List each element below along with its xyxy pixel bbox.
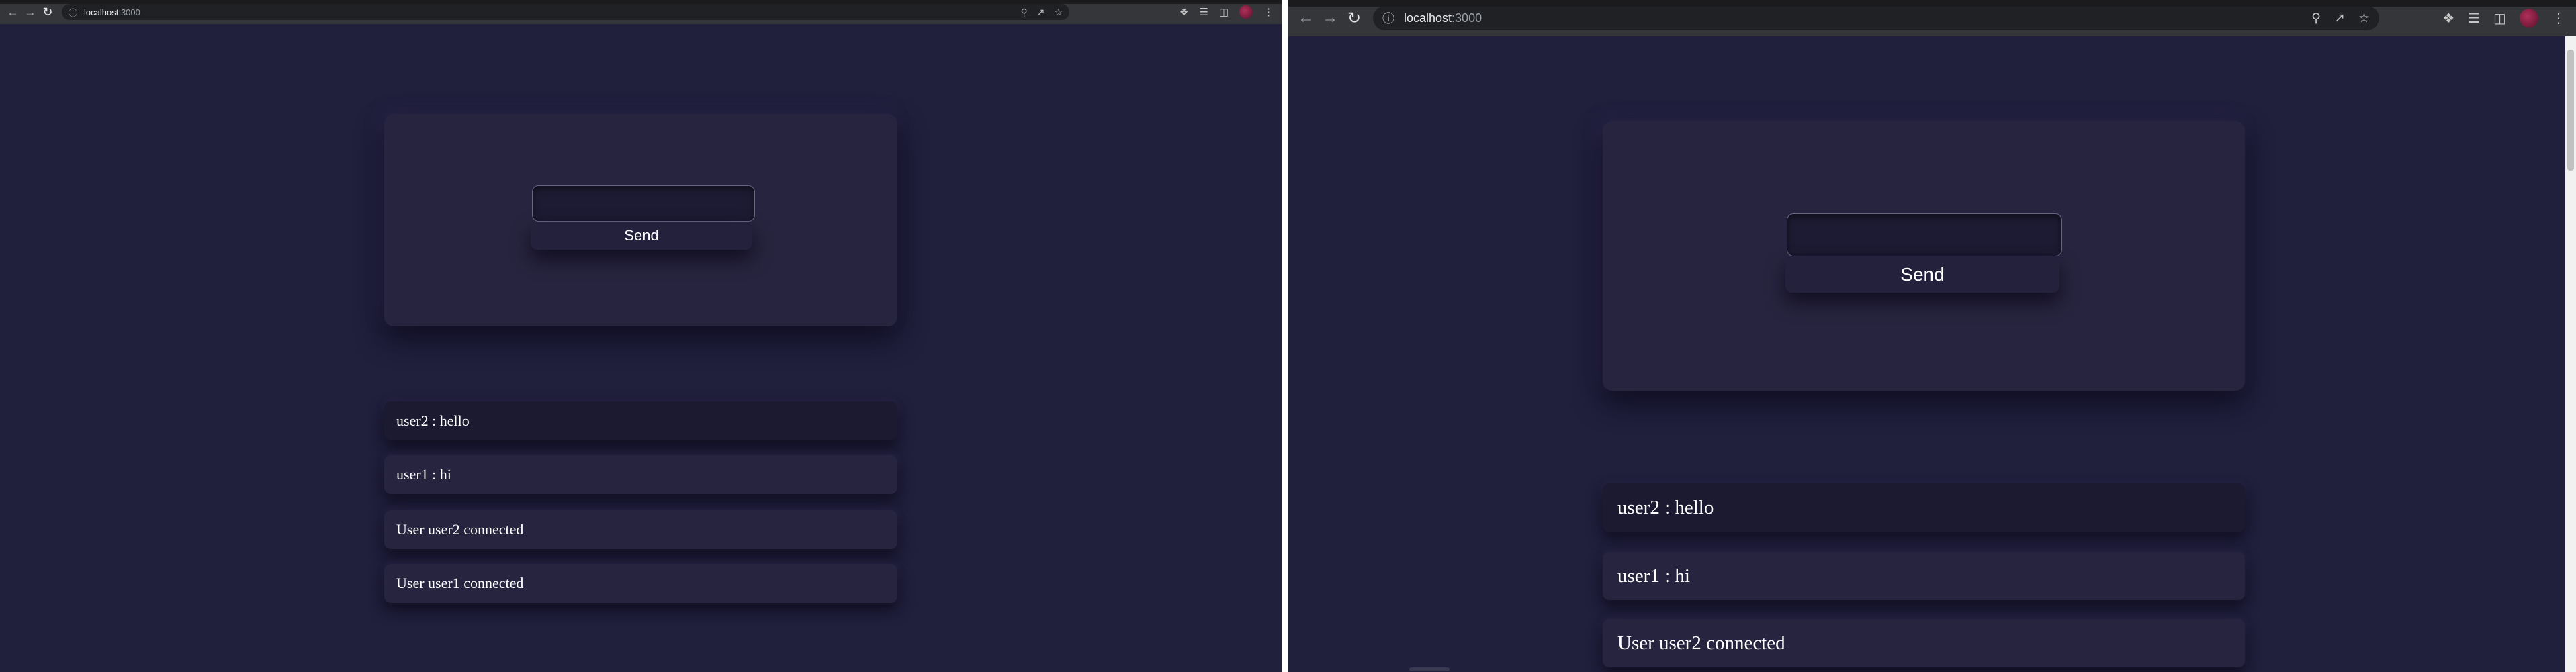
url-host: localhost (84, 7, 119, 17)
share-icon[interactable]: ↗ (1037, 7, 1045, 18)
send-button[interactable]: Send (1785, 256, 2059, 293)
menu-icon[interactable]: ⋮ (1263, 6, 1274, 18)
vertical-scrollbar[interactable] (2565, 36, 2576, 672)
profile-avatar[interactable] (2520, 9, 2538, 28)
send-button[interactable]: Send (531, 222, 752, 250)
chat-form-panel: Send (384, 114, 897, 326)
window-divider (1282, 0, 1288, 672)
send-button-label: Send (1900, 264, 1945, 285)
message-item: user2 : hello (384, 401, 897, 440)
browser-toolbar: ← → ↻ ⓘ localhost:3000 ⚲ ↗ ☆ ❖ ☰ ◫ ⋮ (1288, 0, 2576, 36)
reload-icon[interactable]: ↻ (39, 3, 56, 21)
share-icon[interactable]: ↗ (2334, 11, 2345, 26)
message-input[interactable] (532, 185, 755, 222)
address-bar[interactable]: ⓘ localhost:3000 ⚲ ↗ ☆ (1373, 6, 2379, 30)
message-item: User user2 connected (1603, 619, 2245, 667)
message-item: user2 : hello (1603, 483, 2245, 532)
horizontal-scrollbar-thumb[interactable] (1409, 667, 1450, 671)
message-input[interactable] (1787, 213, 2062, 256)
sidepanel-icon[interactable]: ◫ (1219, 6, 1229, 18)
sidepanel-icon[interactable]: ◫ (2493, 10, 2506, 27)
message-item: user1 : hi (384, 455, 897, 494)
star-icon[interactable]: ☆ (1054, 7, 1063, 18)
address-bar[interactable]: ⓘ localhost:3000 ⚲ ↗ ☆ (62, 4, 1069, 20)
zoom-icon[interactable]: ⚲ (1020, 7, 1027, 18)
zoom-icon[interactable]: ⚲ (2311, 11, 2321, 26)
back-icon[interactable]: ← (4, 3, 21, 21)
scrollbar-thumb[interactable] (2567, 50, 2574, 171)
star-icon[interactable]: ☆ (2358, 11, 2370, 26)
reload-icon[interactable]: ↻ (1342, 6, 1366, 30)
extensions-icon[interactable]: ❖ (1180, 6, 1188, 18)
message-item: User user2 connected (384, 510, 897, 549)
right-browser-window: ← → ↻ ⓘ localhost:3000 ⚲ ↗ ☆ ❖ ☰ ◫ ⋮ Sen… (1288, 0, 2576, 672)
extensions-icon[interactable]: ❖ (2442, 10, 2454, 27)
left-browser-window: ← → ↻ ⓘ localhost:3000 ⚲ ↗ ☆ ❖ ☰ ◫ ⋮ Sen… (0, 0, 1282, 672)
chat-form-panel: Send (1603, 121, 2245, 391)
forward-icon[interactable]: → (1318, 6, 1342, 30)
info-icon[interactable]: ⓘ (1382, 9, 1394, 27)
url-port: :3000 (118, 7, 140, 17)
message-item: user1 : hi (1603, 552, 2245, 600)
profile-avatar[interactable] (1239, 5, 1253, 19)
back-icon[interactable]: ← (1294, 6, 1318, 30)
message-item: User user1 connected (384, 564, 897, 603)
url-port: :3000 (1452, 11, 1482, 25)
url-host: localhost (1404, 11, 1452, 25)
forward-icon[interactable]: → (21, 3, 39, 21)
media-icon[interactable]: ☰ (1199, 6, 1208, 18)
browser-toolbar: ← → ↻ ⓘ localhost:3000 ⚲ ↗ ☆ ❖ ☰ ◫ ⋮ (0, 0, 1282, 24)
media-icon[interactable]: ☰ (2468, 10, 2480, 27)
info-icon[interactable]: ⓘ (69, 6, 77, 19)
send-button-label: Send (624, 227, 659, 244)
menu-icon[interactable]: ⋮ (2552, 10, 2565, 27)
